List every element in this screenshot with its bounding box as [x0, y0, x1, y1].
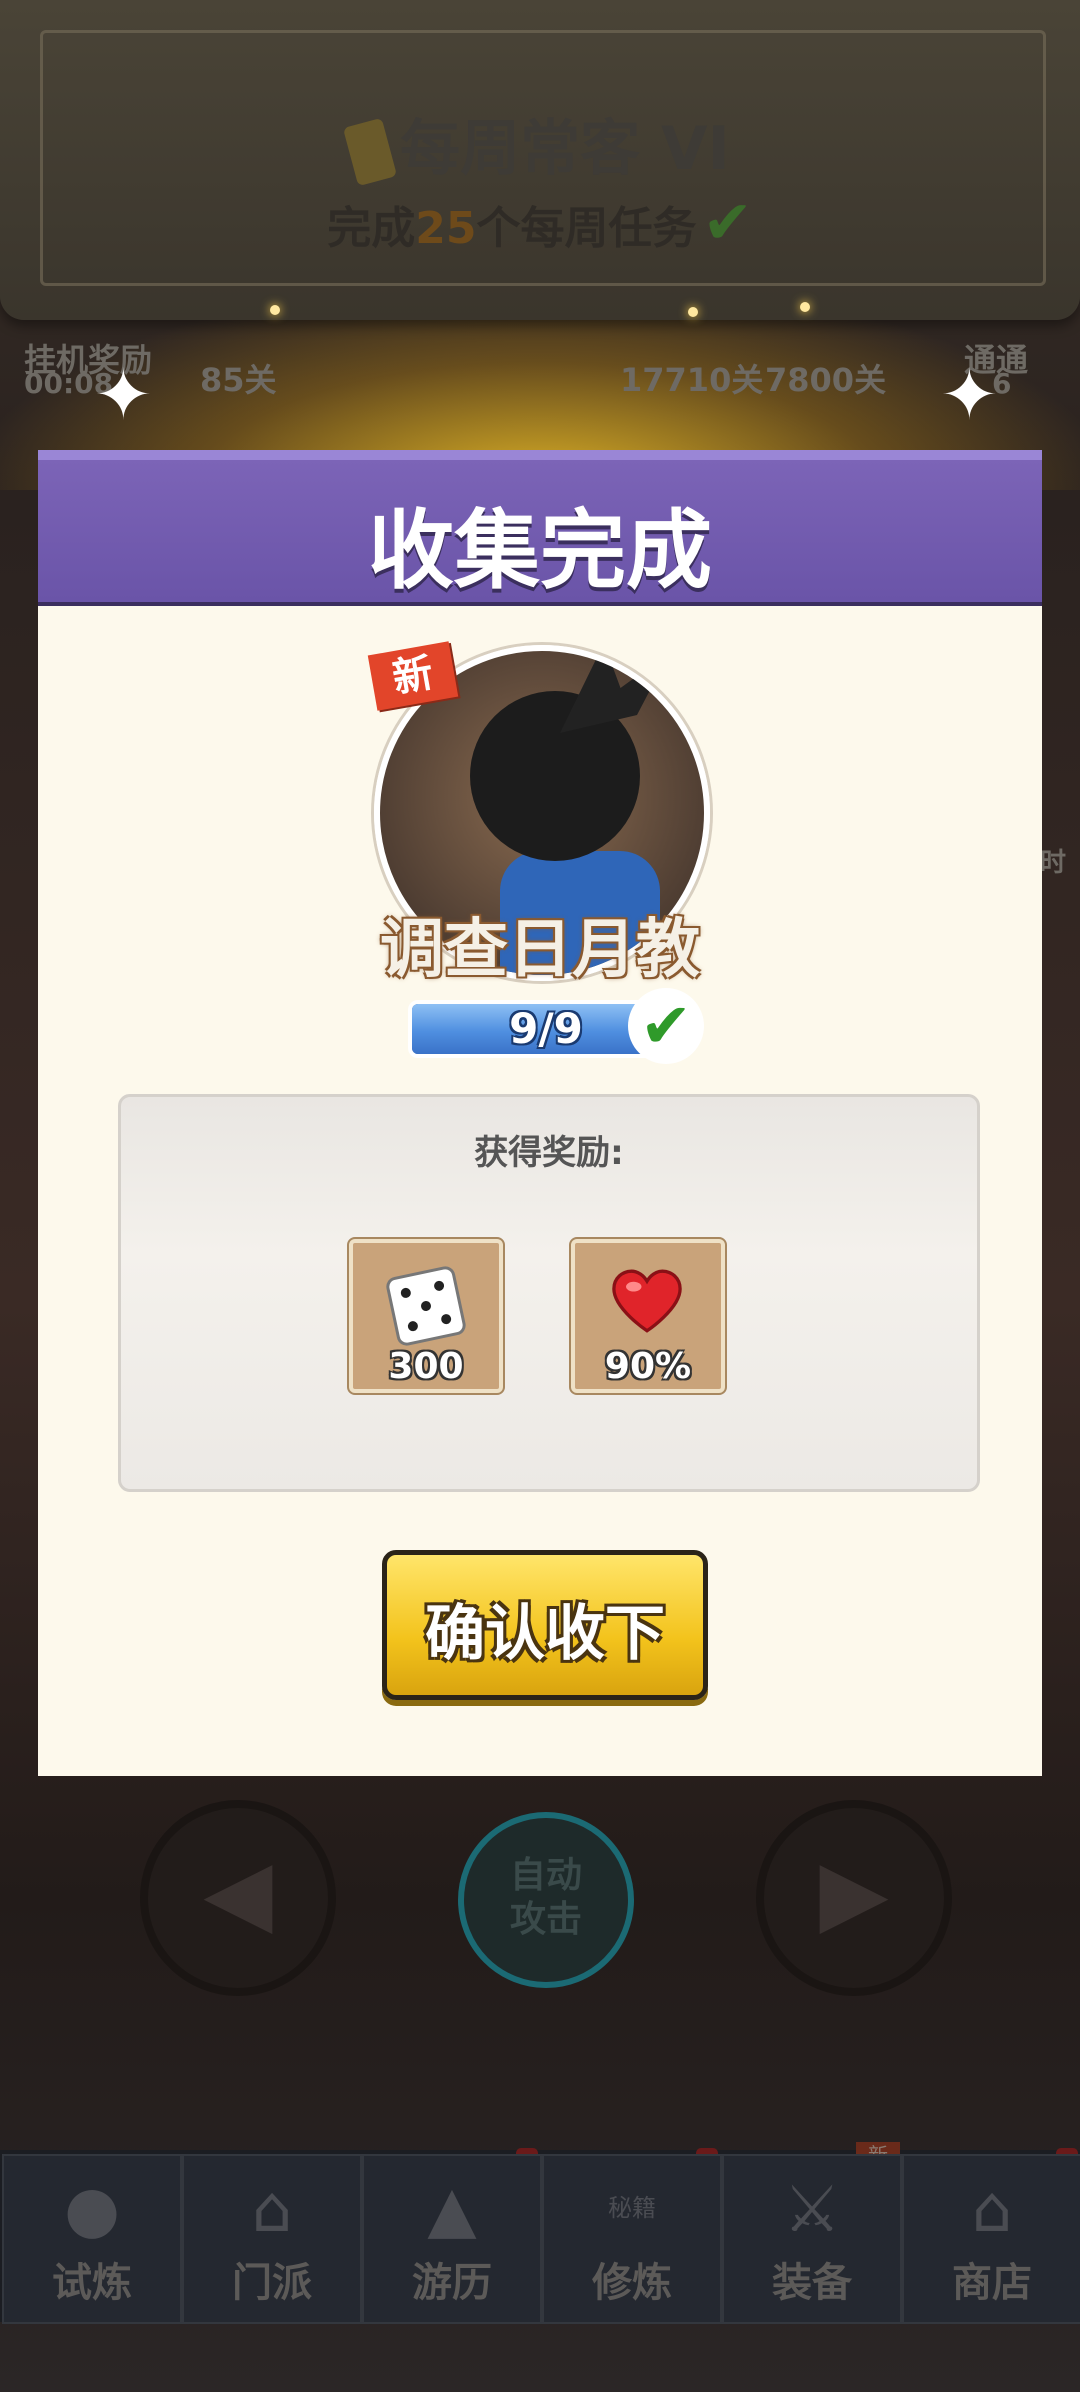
- scroll-icon: 秘籍: [608, 2194, 656, 2222]
- banner-subtitle-suffix: 个每周任务: [476, 203, 697, 254]
- reward-amount: 90%: [604, 1346, 692, 1387]
- landscape-icon: ▲: [427, 2173, 477, 2247]
- dice-icon: [384, 1264, 468, 1348]
- shop-icon: ⌂: [971, 2173, 1013, 2247]
- sparkle-star-icon: ✦: [94, 354, 153, 436]
- ninja-icon: ●: [64, 2173, 120, 2247]
- reward-item-heart[interactable]: 90%: [571, 1239, 725, 1393]
- tab-label: 试炼: [52, 2260, 132, 2306]
- reward-amount: 300: [388, 1346, 464, 1387]
- arrow-left-icon: ◀: [203, 1840, 273, 1945]
- banner-subtitle-prefix: 完成: [327, 203, 416, 254]
- check-icon: ✔: [702, 188, 753, 258]
- collection-complete-dialog: 收集完成 新 调查日月教 9/9 ✔ 获得奖励: 300 90% 确认收下: [38, 450, 1042, 1776]
- tab-label: 门派: [232, 2260, 312, 2306]
- auto-attack-button[interactable]: 自动 攻击: [458, 1812, 634, 1988]
- weekly-achievement-banner: 每周常客 VI 完成25个每周任务 ✔: [0, 0, 1080, 320]
- reward-panel: 获得奖励: 300 90%: [118, 1094, 980, 1492]
- tab-label: 游历: [412, 2260, 492, 2306]
- collection-name: 调查日月教: [380, 913, 700, 987]
- confirm-receive-button[interactable]: 确认收下: [382, 1550, 708, 1700]
- stage-target: 7800关: [765, 361, 887, 399]
- confirm-button-label: 确认收下: [425, 1599, 665, 1669]
- sparkle-dot: [688, 307, 698, 317]
- sword-icon: ⚔: [783, 2173, 841, 2247]
- complete-check-icon: ✔: [628, 988, 704, 1064]
- stage-label: 85关: [200, 361, 277, 399]
- arrow-right-icon: ▶: [819, 1840, 889, 1945]
- heart-icon: [612, 1269, 682, 1333]
- sparkle-star-icon: ✦: [940, 354, 999, 436]
- tab-label: 商店: [952, 2260, 1032, 2306]
- sparkle-dot: [270, 305, 280, 315]
- rewards-label: 获得奖励:: [474, 1133, 624, 1173]
- move-right-button[interactable]: ▶: [756, 1800, 952, 1996]
- banner-title-text: 每周常客 VI: [400, 114, 730, 184]
- tab-cultivate[interactable]: 秘籍 修炼: [542, 2154, 722, 2324]
- stage-progress: 17710关: [620, 361, 764, 399]
- auto-attack-line2: 攻击: [509, 1899, 582, 1940]
- tab-equipment[interactable]: ⚔ 装备: [722, 2154, 902, 2324]
- character-hair: [560, 651, 670, 733]
- side-label: 时: [1040, 848, 1067, 878]
- tab-label: 装备: [772, 2260, 852, 2306]
- banner-subtitle-count: 25: [415, 203, 477, 254]
- medal-icon: [343, 118, 398, 187]
- reward-item-dice[interactable]: 300: [349, 1239, 503, 1393]
- move-left-button[interactable]: ◀: [140, 1800, 336, 1996]
- tab-shop[interactable]: ⌂ 商店: [902, 2154, 1080, 2324]
- temple-icon: ⌂: [251, 2173, 293, 2247]
- auto-attack-line1: 自动: [509, 1855, 582, 1896]
- banner-title: 每周常客 VI: [0, 100, 1080, 187]
- tab-trial[interactable]: ● 试炼: [2, 2154, 182, 2324]
- auto-attack-label: 自动 攻击: [464, 1854, 628, 1942]
- banner-subtitle: 完成25个每周任务 ✔: [0, 188, 1080, 258]
- sparkle-dot: [800, 302, 810, 312]
- tab-travel[interactable]: ▲ 游历: [362, 2154, 542, 2324]
- tab-sect[interactable]: ⌂ 门派: [182, 2154, 362, 2324]
- tab-label: 修炼: [592, 2260, 672, 2306]
- dialog-title: 收集完成: [368, 501, 712, 601]
- dialog-header: 收集完成: [38, 450, 1042, 606]
